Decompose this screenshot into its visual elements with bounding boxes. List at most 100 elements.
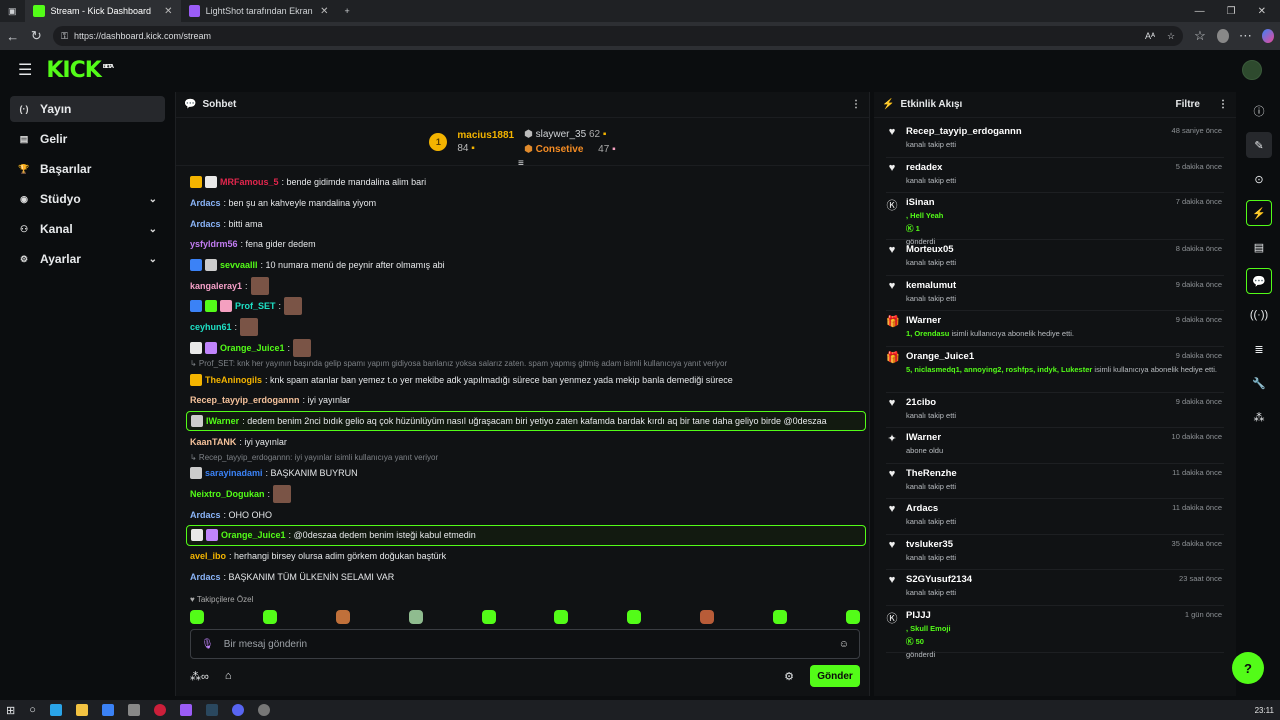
activity-item[interactable]: 🎁 Orange_Juice1 5, niclasmedq1, annoying2,… <box>886 347 1224 393</box>
activity-item[interactable]: 🎁 IWarner 1, Orendasu isimli kullanıcıya a… <box>886 311 1224 347</box>
browser-tab-active[interactable]: Stream - Kick Dashboard ✕ <box>24 0 181 22</box>
broadcast-icon[interactable]: ((·)) <box>1246 302 1272 328</box>
sidebar-item-2[interactable]: 🏆 Başarılar <box>10 156 165 182</box>
chat-username[interactable]: ceyhun61 <box>190 321 232 333</box>
chat-username[interactable]: sarayinadami <box>205 467 263 479</box>
send-button[interactable]: Gönder <box>810 665 860 687</box>
layers-icon[interactable]: ≣ <box>1246 336 1272 362</box>
activity-item[interactable]: ♥ redadex kanalı takip etti 5 dakika önce <box>886 158 1224 193</box>
profile-avatar[interactable] <box>1216 29 1229 43</box>
sidebar-item-0[interactable]: (·) Yayın <box>10 96 165 122</box>
edge-icon[interactable] <box>49 704 62 716</box>
chat-message[interactable]: kangaleray1: <box>186 275 866 296</box>
sidebar-item-5[interactable]: ⚙ Ayarlar ⌄ <box>10 246 165 272</box>
emote[interactable] <box>262 610 277 624</box>
chat-username[interactable]: ysfyldrm56 <box>190 238 238 250</box>
chat-message[interactable]: sarayinadami: BAŞKANIM BUYRUN <box>186 463 866 484</box>
activity-item[interactable]: ♥ TheRenzhe kanalı takip etti 11 dakika önc… <box>886 464 1224 499</box>
emote[interactable] <box>845 610 860 624</box>
sidebar-item-4[interactable]: ⚇ Kanal ⌄ <box>10 216 165 242</box>
minimize-icon[interactable]: — <box>1195 6 1205 17</box>
emote[interactable] <box>481 610 496 624</box>
chat-options-icon[interactable]: ⋮ <box>851 99 861 110</box>
chat-message[interactable]: Ardacs: ben şu an kahveyle mandalina yiy… <box>186 193 866 214</box>
back-icon[interactable]: ← <box>6 29 20 44</box>
chat-username[interactable]: Prof_SET <box>235 300 276 312</box>
emote[interactable] <box>700 610 715 624</box>
activity-item[interactable]: ⓀiSinan, Hell Yeah Ⓚ 1 gönderdi 7 dakika ön… <box>886 193 1224 246</box>
explorer-icon[interactable] <box>75 704 88 716</box>
favorite-star-icon[interactable]: ☆ <box>1167 31 1175 42</box>
sidebar-item-1[interactable]: ▤ Gelir <box>10 126 165 152</box>
chat-username[interactable]: KaanTANK <box>190 436 236 448</box>
chat-username[interactable]: MRFamous_5 <box>220 176 279 188</box>
app-icon[interactable] <box>257 704 270 716</box>
activity-item[interactable]: ♥ Morteux05 kanalı takip etti 8 dakika önce <box>886 240 1224 276</box>
close-tab-icon[interactable]: ✕ <box>164 6 172 17</box>
chat-username[interactable]: TheAninogils <box>205 374 262 386</box>
emote[interactable] <box>190 610 204 624</box>
chat-settings-icon[interactable]: ⚙ <box>784 670 794 683</box>
activity-item[interactable]: ♥ Ardacs kanalı takip etti 11 dakika önce <box>886 499 1224 535</box>
chat-message[interactable]: Ardacs: bitti ama <box>186 213 866 234</box>
reply-context[interactable]: ↳ Recep_tayyip_erdogannn: iyi yayınlar i… <box>186 452 866 463</box>
collapse-leaderboard-icon[interactable]: ≡ <box>518 158 524 169</box>
app-icon[interactable] <box>179 704 192 716</box>
copilot-icon[interactable] <box>1262 29 1274 43</box>
chat-username[interactable]: Ardacs <box>190 571 221 583</box>
emote[interactable] <box>627 610 642 624</box>
leaderboard-third-name[interactable]: Consetive <box>536 144 584 155</box>
info-icon[interactable]: ⓘ <box>1246 98 1272 124</box>
chat-username[interactable]: Ardacs <box>190 218 221 230</box>
activity-item[interactable]: ♥ S2GYusuf2134 kanalı takip etti 23 saat ön… <box>886 570 1224 606</box>
emote[interactable] <box>554 610 569 624</box>
activity-item[interactable]: ♥ tvsluker35 kanalı takip etti 35 dakika ön… <box>886 535 1224 570</box>
chat-username[interactable]: Ardacs <box>190 197 221 209</box>
chevron-down-icon[interactable]: ⌄ <box>149 224 157 235</box>
kick-logo[interactable]: KICK BETA <box>46 58 114 83</box>
app-icon[interactable] <box>127 704 140 716</box>
help-button[interactable]: ? <box>1232 652 1264 684</box>
chat-message[interactable]: KaanTANK: iyi yayınlar <box>186 431 866 452</box>
chat-message[interactable]: sevvaalll: 10 numara menü de peynir afte… <box>186 255 866 276</box>
chat-message[interactable]: Recep_tayyip_erdogannn: iyi yayınlar <box>186 390 866 411</box>
chat-username[interactable]: kangaleray1 <box>190 280 242 292</box>
chat-message[interactable]: MRFamous_5: bende gidimde mandalina alim… <box>186 172 866 193</box>
chat-username[interactable]: IWarner <box>206 415 239 427</box>
new-tab-icon[interactable]: + <box>337 0 358 22</box>
store-icon[interactable] <box>101 704 114 716</box>
chat-username[interactable]: sevvaalll <box>220 259 258 271</box>
discord-icon[interactable] <box>231 704 244 716</box>
chat-message[interactable]: Ardacs: BAŞKANIM TÜM ÜLKENİN SELAMI VAR <box>186 566 866 587</box>
start-icon[interactable]: ⊞ <box>6 704 15 717</box>
chevron-down-icon[interactable]: ⌄ <box>149 254 157 265</box>
chat-message[interactable]: avel_ibo: herhangi birsey olursa adim gö… <box>186 546 866 567</box>
chat-message[interactable]: TheAninogils: knk spam atanlar ban yemez… <box>186 369 866 390</box>
chat-input[interactable]: 🎙 Bir mesaj gönderin ☺ <box>190 629 860 659</box>
more-icon[interactable]: ⋯ <box>1239 28 1253 44</box>
close-tab-icon[interactable]: ✕ <box>320 6 328 17</box>
chat-message[interactable]: Prof_SET: <box>186 296 866 317</box>
chevron-down-icon[interactable]: ⌄ <box>149 194 157 205</box>
maximize-icon[interactable]: ❐ <box>1227 6 1236 17</box>
steam-icon[interactable] <box>205 704 218 716</box>
chat-icon[interactable]: 💬 <box>1246 268 1272 294</box>
hamburger-menu-icon[interactable]: ☰ <box>18 60 32 80</box>
emote[interactable] <box>408 610 423 624</box>
notes-icon[interactable]: ▤ <box>1246 234 1272 260</box>
browser-tab[interactable]: LightShot tarafından Ekran Görün ✕ <box>181 0 337 22</box>
emote[interactable] <box>335 610 350 624</box>
chat-message[interactable]: Orange_Juice1: @0deszaa dedem benim iste… <box>186 525 866 546</box>
opera-icon[interactable] <box>153 704 166 716</box>
search-icon[interactable]: ○ <box>29 704 36 716</box>
chat-username[interactable]: Orange_Juice1 <box>220 342 285 354</box>
microphone-icon[interactable]: 🎙 <box>201 639 214 650</box>
read-aloud-icon[interactable]: Aᴬ <box>1145 31 1155 42</box>
community-icon[interactable]: ⁂∞ <box>190 670 209 683</box>
emoji-icon[interactable]: ☺ <box>839 639 849 650</box>
edit-icon[interactable]: ✎ <box>1246 132 1272 158</box>
activity-username[interactable]: PIJJJ <box>906 610 1224 621</box>
chat-message[interactable]: IWarner: dedem benim 2nci bıdık gelio aq… <box>186 410 866 432</box>
activity-item[interactable]: ♥ 21cibo kanalı takip etti 9 dakika önce <box>886 393 1224 428</box>
emote[interactable] <box>773 610 787 624</box>
